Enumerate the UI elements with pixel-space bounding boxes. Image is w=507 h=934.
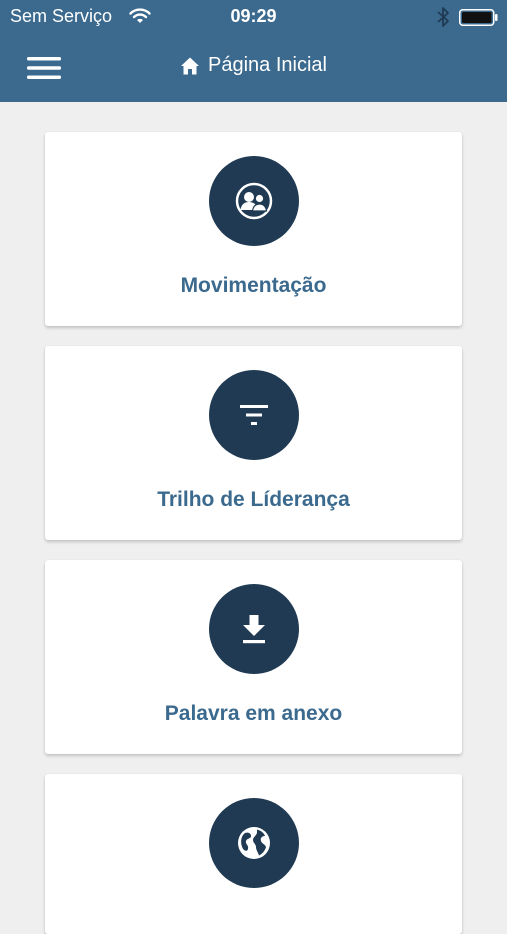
home-icon <box>181 57 200 74</box>
status-bar: Sem Serviço 09:29 <box>0 0 507 34</box>
card-globe[interactable] <box>45 774 462 934</box>
globe-icon <box>209 798 299 888</box>
filter-icon <box>209 370 299 460</box>
card-movimentacao[interactable]: Movimentação <box>45 132 462 326</box>
card-palavra-em-anexo[interactable]: Palavra em anexo <box>45 560 462 754</box>
app-header: Sem Serviço 09:29 Página Inicial <box>0 0 507 102</box>
nav-bar: Página Inicial <box>0 34 507 102</box>
bluetooth-icon <box>437 7 449 27</box>
page-title-text: Página Inicial <box>208 54 327 76</box>
battery-icon <box>459 9 498 26</box>
people-icon <box>209 156 299 246</box>
download-icon <box>209 584 299 674</box>
card-label: Trilho de Líderança <box>157 488 350 511</box>
clock: 09:29 <box>230 6 277 26</box>
page-title: Página Inicial <box>0 54 507 77</box>
card-trilho-de-lideranca[interactable]: Trilho de Líderança <box>45 346 462 540</box>
card-label: Movimentação <box>180 274 327 297</box>
card-label: Palavra em anexo <box>164 702 343 725</box>
